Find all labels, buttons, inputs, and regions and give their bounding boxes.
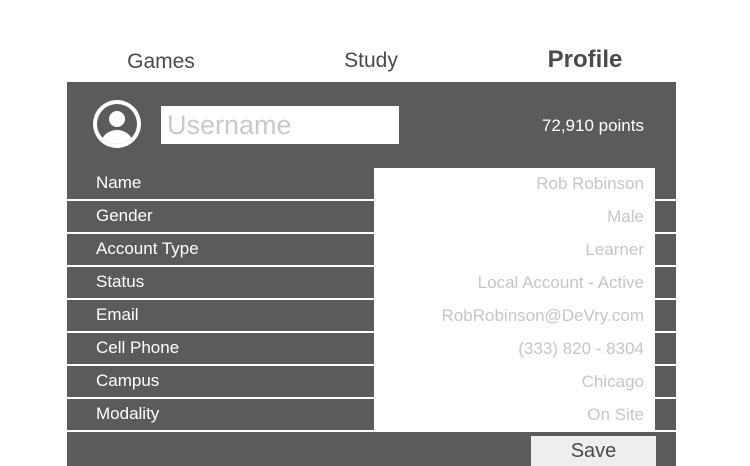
top-nav: Games Study Profile bbox=[0, 44, 750, 80]
profile-fields: Name Rob Robinson Gender Male Account Ty… bbox=[67, 168, 676, 432]
field-row-cell-phone: Cell Phone (333) 820 - 8304 bbox=[67, 333, 676, 366]
username-input[interactable] bbox=[161, 106, 399, 144]
field-row-account-type: Account Type Learner bbox=[67, 234, 676, 267]
field-value-modality[interactable]: On Site bbox=[374, 399, 655, 430]
field-label: Status bbox=[96, 272, 145, 291]
field-row-name: Name Rob Robinson bbox=[67, 168, 676, 201]
field-label: Campus bbox=[96, 371, 160, 390]
field-row-campus: Campus Chicago bbox=[67, 366, 676, 399]
field-value-cell-phone[interactable]: (333) 820 - 8304 bbox=[374, 333, 655, 364]
field-label: Modality bbox=[96, 404, 160, 423]
tab-profile[interactable]: Profile bbox=[548, 46, 623, 74]
field-value-email[interactable]: RobRobinson@DeVry.com bbox=[374, 300, 655, 331]
field-value-account-type[interactable]: Learner bbox=[374, 234, 655, 265]
field-value-gender[interactable]: Male bbox=[374, 201, 655, 232]
field-label: Gender bbox=[96, 206, 153, 225]
field-row-status: Status Local Account - Active bbox=[67, 267, 676, 300]
field-value-status[interactable]: Local Account - Active bbox=[374, 267, 655, 298]
field-row-email: Email RobRobinson@DeVry.com bbox=[67, 300, 676, 333]
tab-study[interactable]: Study bbox=[344, 49, 398, 73]
field-row-gender: Gender Male bbox=[67, 201, 676, 234]
field-label: Cell Phone bbox=[96, 338, 180, 357]
field-value-name[interactable]: Rob Robinson bbox=[374, 168, 655, 199]
user-avatar-icon[interactable] bbox=[93, 100, 141, 148]
profile-header: 72,910 points bbox=[67, 82, 676, 166]
points-total: 72,910 points bbox=[541, 116, 644, 135]
field-value-campus[interactable]: Chicago bbox=[374, 366, 655, 397]
tab-games[interactable]: Games bbox=[127, 50, 195, 74]
profile-panel: 72,910 points Name Rob Robinson Gender M… bbox=[67, 82, 676, 466]
field-label: Name bbox=[96, 173, 142, 192]
field-label: Account Type bbox=[96, 239, 199, 258]
field-label: Email bbox=[96, 305, 139, 324]
save-button[interactable]: Save bbox=[531, 436, 656, 466]
field-row-modality: Modality On Site bbox=[67, 399, 676, 432]
